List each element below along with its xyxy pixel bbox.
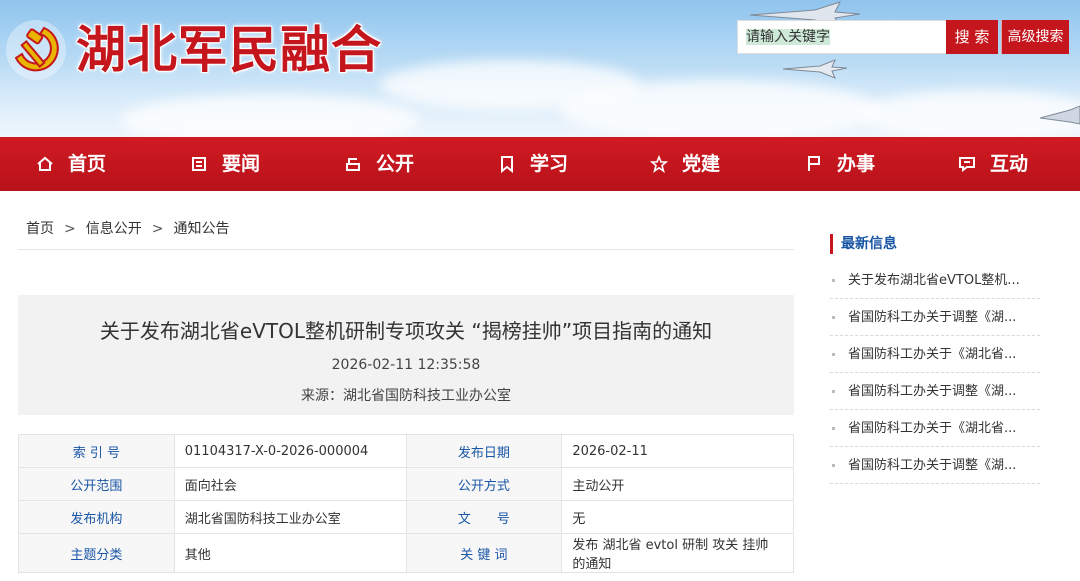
nav-label: 党建 xyxy=(682,153,721,175)
nav-label: 办事 xyxy=(837,153,876,175)
breadcrumb-separator: > xyxy=(64,221,76,237)
chat-icon xyxy=(959,157,975,172)
nav-item-service[interactable]: 办事 xyxy=(805,137,875,191)
cloud-decoration xyxy=(120,95,420,137)
list-item[interactable]: 省国防科工办关于调整《湖... xyxy=(830,299,1040,336)
breadcrumb: 首页 > 信息公开 > 通知公告 xyxy=(18,210,794,250)
table-row: 发布机构 湖北省国防科技工业办公室 文 号 无 xyxy=(18,500,794,534)
list-item[interactable]: 关于发布湖北省eVTOL整机... xyxy=(830,262,1040,299)
meta-key: 主题分类 xyxy=(18,533,175,573)
nav-label: 要闻 xyxy=(222,153,261,175)
article-date: 2026-02-11 12:35:58 xyxy=(331,357,481,373)
list-item[interactable]: 省国防科工办关于调整《湖... xyxy=(830,447,1040,484)
table-row: 索 引 号 01104317-X-0-2026-000004 发布日期 2026… xyxy=(18,434,794,468)
list-item[interactable]: 省国防科工办关于《湖北省... xyxy=(830,410,1040,447)
article-source: 来源：湖北省国防科技工业办公室 xyxy=(301,388,511,404)
jet-image xyxy=(1040,105,1080,125)
advanced-search-button[interactable]: 高级搜索 xyxy=(1001,20,1069,54)
meta-key: 索 引 号 xyxy=(18,434,175,468)
list-item[interactable]: 省国防科工办关于《湖北省... xyxy=(830,336,1040,373)
home-icon xyxy=(37,156,53,171)
nav-label: 互动 xyxy=(990,153,1029,175)
nav-label: 学习 xyxy=(530,153,569,175)
meta-key: 发布机构 xyxy=(18,500,175,534)
site-title: 湖北军民融合 xyxy=(76,21,382,79)
article-header: 关于发布湖北省eVTOL整机研制专项攻关 “揭榜挂帅”项目指南的通知 2026-… xyxy=(18,295,794,415)
table-row: 主题分类 其他 关 键 词 发布 湖北省 evtol 研制 攻关 挂帅 的通知 xyxy=(18,533,794,573)
nav-label: 公开 xyxy=(376,153,415,175)
nav-item-study[interactable]: 学习 xyxy=(498,137,568,191)
nav-label: 首页 xyxy=(68,153,107,175)
party-emblem-icon xyxy=(6,20,66,80)
nav-item-open[interactable]: 公开 xyxy=(344,137,414,191)
sidebar-title: 最新信息 xyxy=(830,234,897,254)
breadcrumb-notices[interactable]: 通知公告 xyxy=(173,221,229,237)
article-title: 关于发布湖北省eVTOL整机研制专项攻关 “揭榜挂帅”项目指南的通知 xyxy=(99,319,713,343)
nav-item-party[interactable]: 党建 xyxy=(650,137,720,191)
nav-item-interact[interactable]: 互动 xyxy=(958,137,1028,191)
metadata-table: 索 引 号 01104317-X-0-2026-000004 发布日期 2026… xyxy=(18,434,794,573)
meta-key: 公开方式 xyxy=(405,467,563,501)
meta-key: 公开范围 xyxy=(18,467,175,501)
search-input[interactable]: 请输入关键字 xyxy=(737,20,947,54)
meta-key: 发布日期 xyxy=(405,434,563,468)
search-placeholder: 请输入关键字 xyxy=(746,29,830,45)
meta-value: 无 xyxy=(561,500,794,534)
meta-key: 文 号 xyxy=(405,500,563,534)
news-icon xyxy=(192,157,206,171)
main-nav: 首页 要闻 公开 学习 党建 办事 互动 xyxy=(0,137,1080,191)
breadcrumb-info-open[interactable]: 信息公开 xyxy=(86,221,142,237)
cloud-decoration xyxy=(560,80,880,137)
table-row: 公开范围 面向社会 公开方式 主动公开 xyxy=(18,467,794,501)
meta-value: 湖北省国防科技工业办公室 xyxy=(173,500,407,534)
meta-value: 其他 xyxy=(173,533,407,573)
meta-value: 主动公开 xyxy=(561,467,794,501)
flag-icon xyxy=(808,156,820,171)
meta-value: 2026-02-11 xyxy=(561,434,794,468)
list-item[interactable]: 省国防科工办关于调整《湖... xyxy=(830,373,1040,410)
breadcrumb-separator: > xyxy=(151,221,164,237)
star-icon xyxy=(650,155,668,173)
nav-item-home[interactable]: 首页 xyxy=(36,137,106,191)
meta-value: 01104317-X-0-2026-000004 xyxy=(173,434,407,468)
meta-value: 面向社会 xyxy=(173,467,407,501)
site-header: 湖北军民融合 请输入关键字 搜 索 高级搜索 xyxy=(0,0,1080,137)
bookmark-icon xyxy=(501,156,513,173)
latest-news-list: 关于发布湖北省eVTOL整机... 省国防科工办关于调整《湖... 省国防科工办… xyxy=(830,262,1040,484)
nav-item-news[interactable]: 要闻 xyxy=(190,137,260,191)
meta-key: 关 键 词 xyxy=(405,533,563,573)
breadcrumb-home[interactable]: 首页 xyxy=(26,221,54,237)
jet-image xyxy=(782,59,848,79)
search-button[interactable]: 搜 索 xyxy=(946,20,998,54)
meta-value: 发布 湖北省 evtol 研制 攻关 挂帅 的通知 xyxy=(561,533,794,573)
open-icon xyxy=(346,158,360,171)
